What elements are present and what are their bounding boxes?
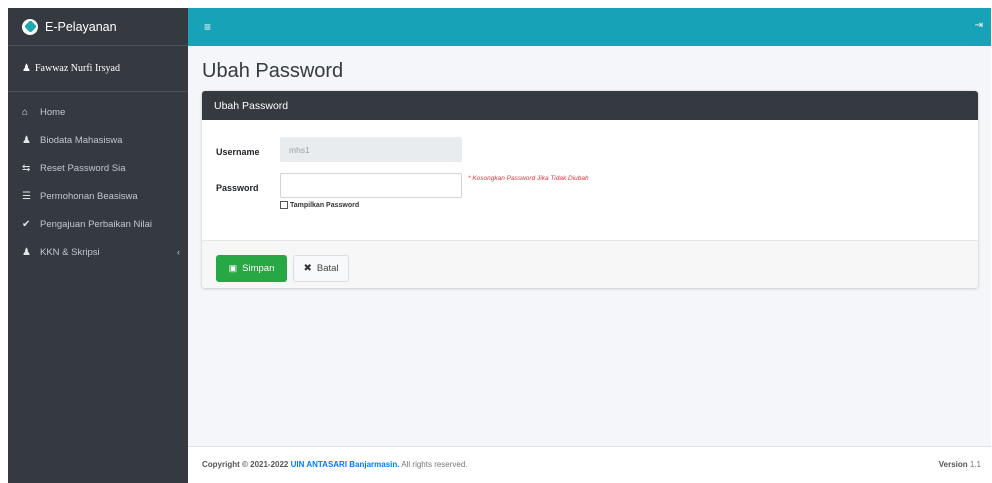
sidebar-item-label: Permohonan Beasiswa — [40, 190, 138, 202]
home-icon: ⌂ — [22, 106, 29, 118]
cancel-button[interactable]: ✖ Batal — [293, 255, 349, 282]
sidebar-item-perbaikan-nilai[interactable]: ✔ Pengajuan Perbaikan Nilai — [8, 212, 188, 236]
sidebar: E-Pelayanan ♟ Fawwaz Nurfi Irsyad ⌂ Home… — [8, 8, 188, 483]
save-button[interactable]: ▣ Simpan — [216, 255, 287, 282]
rights-text: All rights reserved. — [401, 460, 468, 469]
username-field: mhs1 — [280, 137, 462, 162]
show-password-toggle[interactable]: Tampilkan Password — [280, 201, 359, 209]
sidebar-item-reset-password[interactable]: ⇆ Reset Password Sia — [8, 156, 188, 180]
content-area: Ubah Password Ubah Password Username mhs… — [188, 46, 991, 446]
menu-toggle-icon[interactable]: ≡ — [204, 20, 211, 34]
card-header: Ubah Password — [202, 91, 978, 120]
page-footer: Copyright © 2021-2022 UIN ANTASARI Banja… — [188, 446, 991, 483]
copyright-text: Copyright © 2021-2022 UIN ANTASARI Banja… — [202, 460, 468, 469]
key-icon: ⇆ — [22, 162, 31, 174]
user-name: Fawwaz Nurfi Irsyad — [34, 63, 120, 74]
show-password-label: Tampilkan Password — [290, 201, 360, 209]
copyright-prefix: Copyright © 2021-2022 — [202, 460, 289, 469]
save-icon: ▣ — [228, 263, 238, 273]
sidebar-nav: ⌂ Home ♟ Biodata Mahasiswa ⇆ Reset Passw… — [8, 92, 188, 264]
sidebar-item-label: Reset Password Sia — [40, 162, 126, 174]
version-text: Version 1.1 — [939, 460, 981, 469]
sidebar-item-label: Pengajuan Perbaikan Nilai — [40, 218, 152, 230]
brand-title: E-Pelayanan — [45, 19, 117, 34]
check-circle-icon: ✔ — [22, 218, 31, 230]
cancel-button-label: Batal — [316, 263, 339, 274]
cancel-icon: ✖ — [303, 263, 312, 274]
show-password-checkbox[interactable] — [280, 201, 288, 209]
password-label: Password — [216, 183, 259, 193]
username-label: Username — [216, 147, 260, 157]
sidebar-item-biodata[interactable]: ♟ Biodata Mahasiswa — [8, 128, 188, 152]
org-link[interactable]: UIN ANTASARI Banjarmasin. — [291, 460, 400, 469]
app-frame: E-Pelayanan ♟ Fawwaz Nurfi Irsyad ⌂ Home… — [8, 8, 991, 483]
card-footer: ▣ Simpan ✖ Batal — [202, 240, 978, 288]
sidebar-item-label: KKN & Skripsi — [40, 246, 100, 258]
password-card: Ubah Password Username mhs1 Password * K… — [202, 91, 978, 288]
graduation-icon: ☰ — [22, 190, 31, 202]
save-button-label: Simpan — [242, 263, 275, 274]
sidebar-item-home[interactable]: ⌂ Home — [8, 100, 188, 124]
user-icon: ♟ — [22, 63, 31, 74]
version-label: Version — [938, 460, 968, 469]
sidebar-item-label: Biodata Mahasiswa — [40, 134, 123, 146]
page-title: Ubah Password — [202, 60, 344, 82]
logout-icon[interactable]: ⇥ — [975, 20, 983, 31]
card-body: Username mhs1 Password * Kosongkan Passw… — [202, 120, 978, 240]
version-value: 1.1 — [969, 460, 981, 469]
sidebar-item-label: Home — [40, 106, 66, 118]
top-navbar: ≡ ⇥ — [188, 8, 991, 46]
sidebar-item-beasiswa[interactable]: ☰ Permohonan Beasiswa — [8, 184, 188, 208]
password-hint: * Kosongkan Password Jika Tidak Diubah — [468, 175, 589, 182]
sidebar-item-kkn-skripsi[interactable]: ♟ KKN & Skripsi ‹ — [8, 240, 188, 264]
users-icon: ♟ — [22, 246, 31, 258]
user-panel[interactable]: ♟ Fawwaz Nurfi Irsyad — [8, 46, 188, 92]
leaf-icon — [22, 18, 38, 35]
password-field[interactable] — [280, 173, 462, 198]
brand-link[interactable]: E-Pelayanan — [8, 8, 188, 46]
user-icon: ♟ — [22, 134, 31, 146]
chevron-left-icon: ‹ — [177, 247, 180, 257]
